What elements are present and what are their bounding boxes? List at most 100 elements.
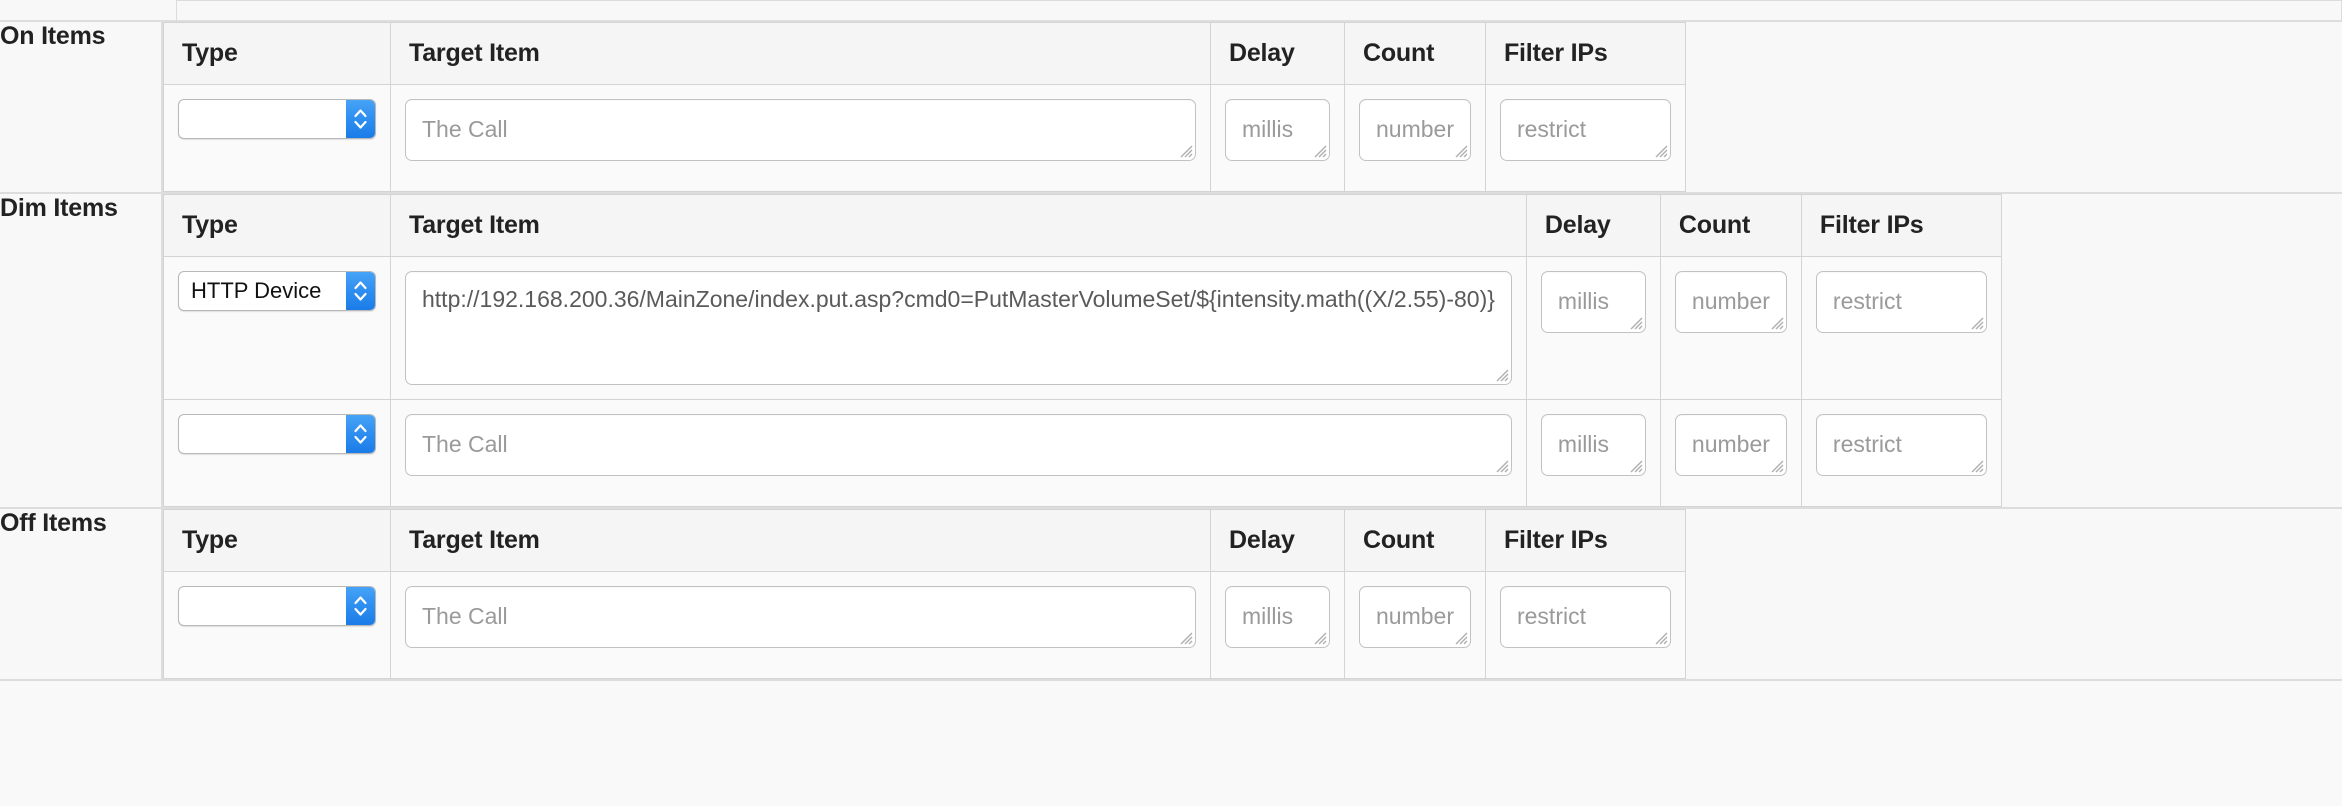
dim-items-table: Type Target Item Delay Count Filter IPs xyxy=(163,194,2002,506)
chevron-updown-icon[interactable] xyxy=(346,415,375,453)
delay-placeholder: millis xyxy=(1242,603,1294,629)
cell-filter-ips: restrict xyxy=(1800,399,2002,506)
filter-ips-placeholder: restrict xyxy=(1832,431,1902,457)
delay-placeholder: millis xyxy=(1242,116,1294,142)
section-label-dim-items: Dim Items xyxy=(0,193,163,509)
top-partial-row xyxy=(0,0,2342,22)
table-row: HTTP Device http://192.168.200.36/MainZo… xyxy=(163,256,2002,400)
items-configuration-page: On Items Type Target Item Delay Count Fi… xyxy=(0,0,2342,806)
target-item-textarea[interactable]: The Call xyxy=(405,586,1196,648)
dim-items-header-row: Type Target Item Delay Count Filter IPs xyxy=(163,194,2002,257)
section-content-on-items: Type Target Item Delay Count Filter IPs xyxy=(162,22,2342,194)
cell-delay: millis xyxy=(1525,399,1661,506)
cell-type: HTTP Device xyxy=(163,256,391,400)
type-select[interactable] xyxy=(178,586,376,626)
on-items-table: Type Target Item Delay Count Filter IPs xyxy=(163,22,1686,191)
cell-delay: millis xyxy=(1210,571,1345,678)
delay-placeholder: millis xyxy=(1557,431,1610,457)
table-row: The Call millis number restrict xyxy=(163,399,2002,506)
count-placeholder: number xyxy=(1691,431,1770,457)
count-textarea[interactable]: number xyxy=(1674,271,1787,333)
section-row-on-items: On Items Type Target Item Delay Count Fi… xyxy=(0,22,2342,194)
cell-type xyxy=(163,571,391,678)
column-header-target-item: Target Item xyxy=(390,22,1211,85)
cell-filter-ips: restrict xyxy=(1484,84,1686,191)
off-items-table: Type Target Item Delay Count Filter IPs xyxy=(163,509,1686,678)
column-header-type: Type xyxy=(163,509,391,572)
target-item-textarea[interactable]: The Call xyxy=(405,99,1196,161)
off-items-header-row: Type Target Item Delay Count Filter IPs xyxy=(163,509,1686,572)
cell-delay: millis xyxy=(1525,256,1661,400)
column-header-count: Count xyxy=(1659,194,1802,257)
chevron-updown-icon[interactable] xyxy=(346,272,375,310)
resize-grip-icon[interactable] xyxy=(1492,365,1509,382)
chevron-updown-icon[interactable] xyxy=(346,587,375,625)
on-items-table-wrap: Type Target Item Delay Count Filter IPs xyxy=(163,22,2342,191)
on-items-header-row: Type Target Item Delay Count Filter IPs xyxy=(163,22,1686,85)
filter-ips-placeholder: restrict xyxy=(1516,603,1586,629)
sections-table: On Items Type Target Item Delay Count Fi… xyxy=(0,22,2342,681)
column-header-filter-ips: Filter IPs xyxy=(1484,22,1686,85)
filter-ips-textarea[interactable]: restrict xyxy=(1499,99,1671,161)
delay-textarea[interactable]: millis xyxy=(1540,414,1646,476)
section-content-dim-items: Type Target Item Delay Count Filter IPs xyxy=(162,193,2342,509)
top-partial-table-edge xyxy=(176,0,2342,20)
count-textarea[interactable]: number xyxy=(1359,586,1471,648)
cell-count: number xyxy=(1659,399,1802,506)
column-header-delay: Delay xyxy=(1210,22,1345,85)
target-item-placeholder: The Call xyxy=(422,603,508,629)
cell-count: number xyxy=(1344,84,1486,191)
cell-type xyxy=(163,399,391,506)
filter-ips-textarea[interactable]: restrict xyxy=(1499,586,1671,648)
cell-filter-ips: restrict xyxy=(1484,571,1686,678)
cell-target-item: http://192.168.200.36/MainZone/index.put… xyxy=(390,256,1527,400)
column-header-count: Count xyxy=(1344,509,1486,572)
cell-type xyxy=(163,84,391,191)
column-header-delay: Delay xyxy=(1525,194,1661,257)
section-label-on-items: On Items xyxy=(0,22,163,194)
delay-textarea[interactable]: millis xyxy=(1225,99,1330,161)
off-items-table-wrap: Type Target Item Delay Count Filter IPs xyxy=(163,509,2342,678)
dim-items-table-wrap: Type Target Item Delay Count Filter IPs xyxy=(163,194,2342,506)
cell-target-item: The Call xyxy=(390,399,1527,506)
column-header-type: Type xyxy=(163,194,391,257)
cell-count: number xyxy=(1344,571,1486,678)
filter-ips-placeholder: restrict xyxy=(1832,288,1902,314)
column-header-filter-ips: Filter IPs xyxy=(1800,194,2002,257)
table-row: The Call millis number restrict xyxy=(163,571,1686,678)
section-content-off-items: Type Target Item Delay Count Filter IPs xyxy=(162,508,2342,681)
count-textarea[interactable]: number xyxy=(1674,414,1787,476)
count-placeholder: number xyxy=(1376,603,1454,629)
column-header-count: Count xyxy=(1344,22,1486,85)
target-item-placeholder: The Call xyxy=(422,116,508,142)
target-item-placeholder: The Call xyxy=(422,431,508,457)
filter-ips-placeholder: restrict xyxy=(1516,116,1586,142)
section-row-off-items: Off Items Type Target Item Delay Count F… xyxy=(0,508,2342,681)
chevron-updown-icon[interactable] xyxy=(346,100,375,138)
count-placeholder: number xyxy=(1376,116,1454,142)
column-header-target-item: Target Item xyxy=(390,509,1211,572)
cell-filter-ips: restrict xyxy=(1800,256,2002,400)
target-item-value: http://192.168.200.36/MainZone/index.put… xyxy=(422,286,1495,312)
target-item-textarea[interactable]: http://192.168.200.36/MainZone/index.put… xyxy=(405,271,1512,385)
column-header-filter-ips: Filter IPs xyxy=(1484,509,1686,572)
type-select[interactable] xyxy=(178,414,376,454)
target-item-textarea[interactable]: The Call xyxy=(405,414,1512,476)
delay-textarea[interactable]: millis xyxy=(1540,271,1646,333)
cell-delay: millis xyxy=(1210,84,1345,191)
count-placeholder: number xyxy=(1691,288,1770,314)
filter-ips-textarea[interactable]: restrict xyxy=(1815,271,1987,333)
type-select[interactable]: HTTP Device xyxy=(178,271,376,311)
delay-textarea[interactable]: millis xyxy=(1225,586,1330,648)
column-header-type: Type xyxy=(163,22,391,85)
count-textarea[interactable]: number xyxy=(1359,99,1471,161)
section-label-off-items: Off Items xyxy=(0,508,163,681)
column-header-target-item: Target Item xyxy=(390,194,1527,257)
filter-ips-textarea[interactable]: restrict xyxy=(1815,414,1987,476)
type-select[interactable] xyxy=(178,99,376,139)
cell-count: number xyxy=(1659,256,1802,400)
section-row-dim-items: Dim Items Type Target Item Delay Count F… xyxy=(0,193,2342,509)
column-header-delay: Delay xyxy=(1210,509,1345,572)
table-row: The Call millis number restrict xyxy=(163,84,1686,191)
delay-placeholder: millis xyxy=(1557,288,1610,314)
